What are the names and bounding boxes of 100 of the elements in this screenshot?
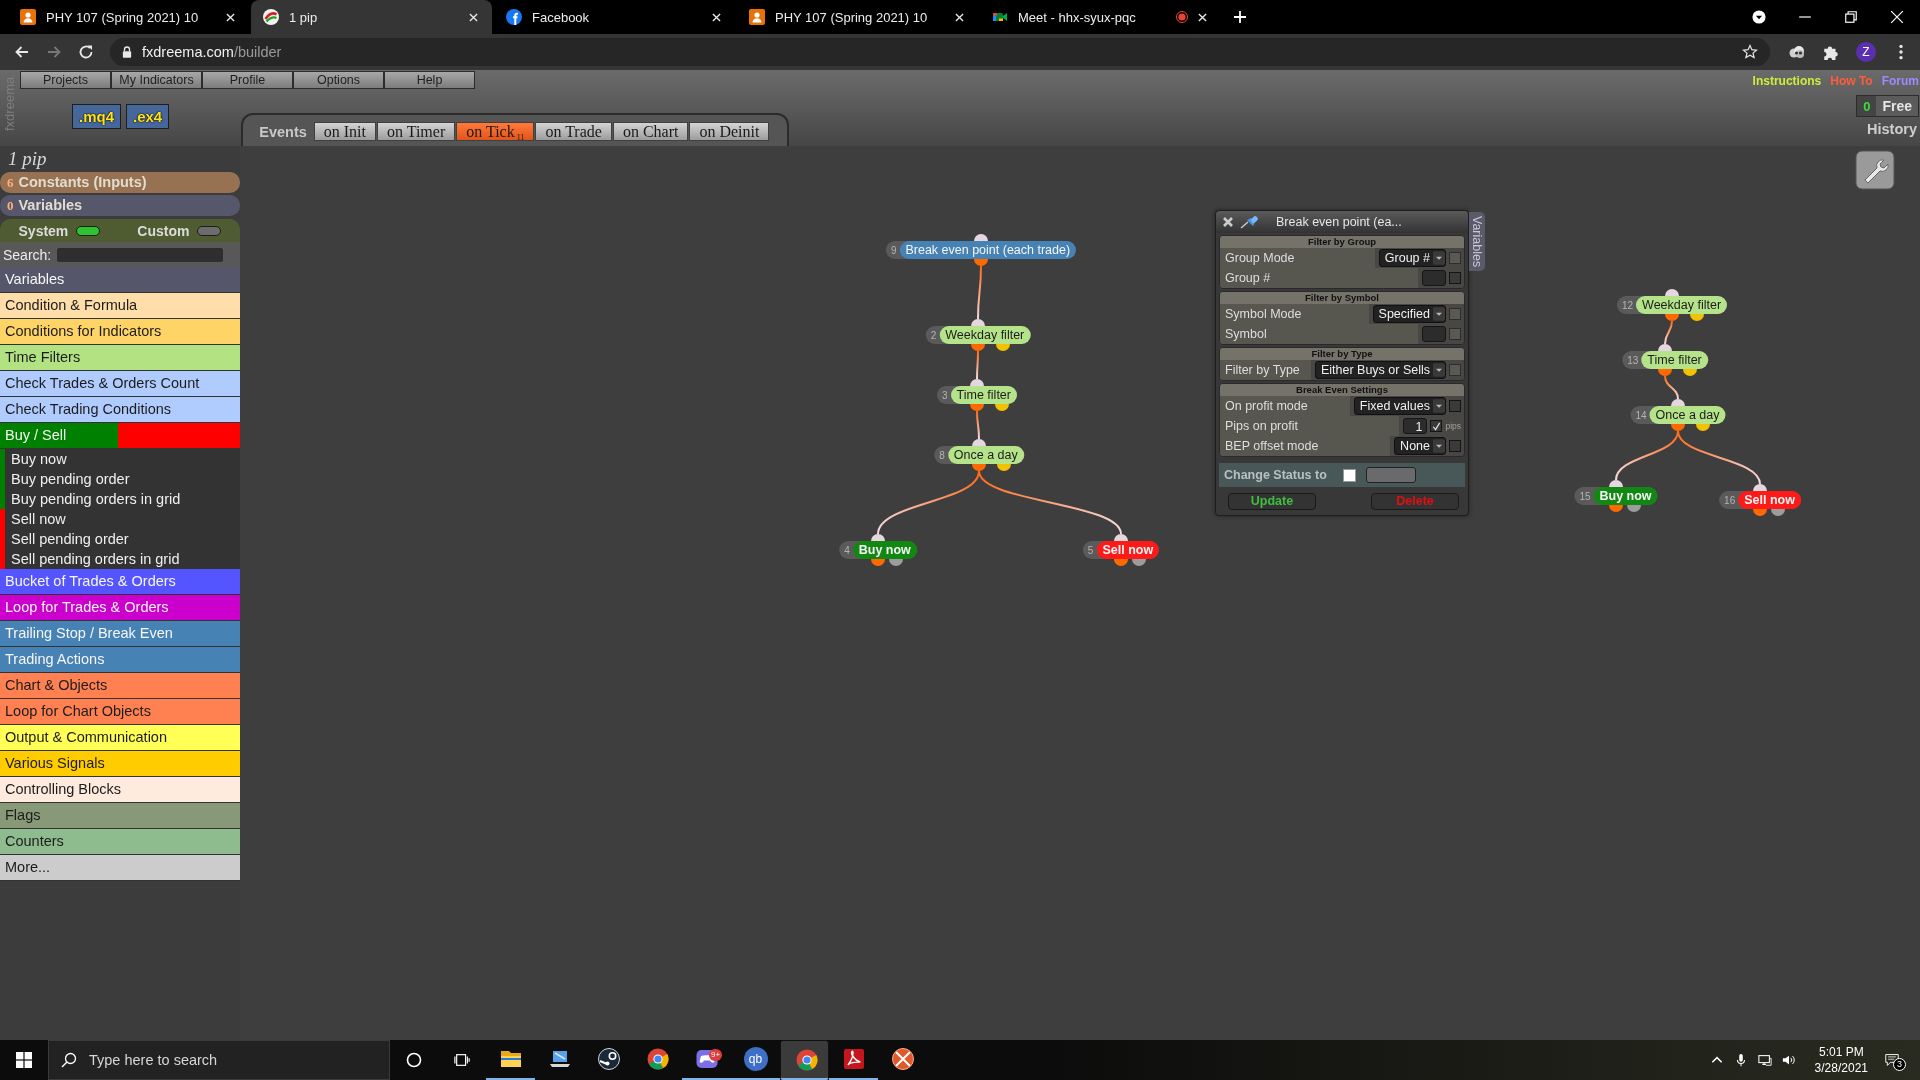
header-link[interactable]: Instructions [1752,74,1822,88]
browser-tab[interactable]: Facebook [494,0,735,34]
block-item[interactable]: Buy pending order [0,469,240,489]
block-item[interactable]: Sell pending orders in grid [0,549,240,569]
export-button[interactable]: .ex4 [126,104,170,129]
wrench-tile-icon[interactable] [1855,150,1895,190]
checkbox[interactable] [1430,420,1443,432]
history-link[interactable]: History [1867,121,1917,137]
star-icon[interactable] [1742,44,1758,60]
status-field[interactable] [1365,467,1416,483]
block-item[interactable]: Buy now [0,449,240,469]
canvas-node[interactable]: 9 Break even point (each trade) [885,241,1077,259]
input-connector-icon[interactable] [971,319,985,326]
toggle-switch[interactable] [197,225,222,236]
input-field[interactable] [1422,270,1446,286]
taskbar-search-field[interactable]: Type here to search [48,1040,390,1080]
output-connector-icon[interactable] [1753,509,1767,516]
output-connector-icon[interactable] [1696,424,1710,431]
input-connector-icon[interactable] [974,234,988,241]
event-tab[interactable]: on Deinit [689,122,770,141]
input-connector-icon[interactable] [1658,344,1672,351]
search-field[interactable] [57,247,224,262]
category-item[interactable]: Trailing Stop / Break Even [0,621,240,647]
output-connector-icon[interactable] [1671,424,1685,431]
input-connector-icon[interactable] [1671,399,1685,406]
close-icon[interactable] [226,12,235,22]
pin-icon[interactable] [1240,215,1260,229]
profile-avatar[interactable]: Z [1856,42,1876,62]
close-icon[interactable] [469,12,478,22]
output-connector-icon[interactable] [1665,314,1679,321]
close-icon[interactable] [955,12,964,22]
menu-button[interactable]: Profile [202,71,293,89]
event-tab[interactable]: on Tick$_{11}$ [456,122,535,141]
menu-button[interactable]: My Indicators [111,71,202,89]
canvas-node[interactable]: 16 Sell now [1719,491,1801,509]
input-field[interactable] [1422,326,1446,342]
category-item[interactable]: Variables [0,267,240,293]
output-connector-icon[interactable] [1114,559,1128,566]
category-item[interactable]: Various Signals [0,751,240,777]
category-item[interactable]: Controlling Blocks [0,777,240,803]
block-item[interactable]: Sell pending order [0,529,240,549]
block-item[interactable]: Sell now [0,509,240,529]
task-view-icon[interactable] [454,1052,470,1068]
category-item[interactable]: Output & Communication [0,725,240,751]
category-item[interactable]: More... [0,855,240,881]
output-connector-icon[interactable] [889,559,903,566]
menu-button[interactable]: Help [384,71,475,89]
input-field[interactable]: 1 [1403,418,1428,434]
browser-tab[interactable]: PHY 107 (Spring 2021) 10 [8,0,249,34]
variables-toggle[interactable]: 0 Variables [0,195,240,216]
toggle-switch[interactable] [76,225,101,236]
category-item[interactable]: Loop for Chart Objects [0,699,240,725]
category-item[interactable]: Counters [0,829,240,855]
export-button[interactable]: .mq4 [72,104,121,129]
close-icon[interactable] [1222,216,1234,228]
address-bar[interactable]: fxdreema.com/builder [110,38,1770,66]
category-item[interactable]: Bucket of Trades & Orders [0,569,240,595]
browser-tab[interactable]: Meet - hhx-syux-pqc [980,0,1221,34]
checkbox[interactable] [1449,272,1461,284]
browser-tab[interactable]: PHY 107 (Spring 2021) 10 [737,0,978,34]
restore-icon[interactable] [1844,10,1858,24]
output-connector-icon[interactable] [995,404,1009,411]
ring-icon[interactable] [406,1052,422,1068]
close-icon[interactable] [712,12,721,22]
dropdown[interactable]: None [1394,437,1446,455]
event-tab[interactable]: on Timer [377,122,456,141]
category-item[interactable]: Trading Actions [0,647,240,673]
dropdown[interactable]: Fixed values [1353,397,1446,415]
event-tab[interactable]: on Init [313,122,376,141]
output-connector-icon[interactable] [1658,369,1672,376]
output-connector-icon[interactable] [1132,559,1146,566]
canvas-node[interactable]: 14 Once a day [1630,406,1726,424]
input-connector-icon[interactable] [970,379,984,386]
category-item[interactable]: Check Trading Conditions [0,397,240,423]
canvas-node[interactable]: 13 Time filter [1622,351,1708,369]
taskbar-app-button[interactable] [780,1040,829,1080]
reload-icon[interactable] [78,44,94,60]
back-arrow-icon[interactable] [14,44,30,60]
category-item[interactable]: Buy / Sell [0,423,240,449]
checkbox[interactable] [1449,440,1461,452]
input-connector-icon[interactable] [871,534,885,541]
clock-time[interactable]: 5:01 PM [1818,1044,1864,1060]
speaker-icon[interactable] [1781,1053,1796,1067]
output-connector-icon[interactable] [1609,505,1623,512]
forward-arrow-icon[interactable] [46,44,62,60]
output-connector-icon[interactable] [1683,369,1697,376]
category-item[interactable]: Check Trades & Orders Count [0,371,240,397]
taskbar-app-button[interactable]: 9+ [682,1040,731,1080]
output-connector-icon[interactable] [972,464,986,471]
cloud-extension-icon[interactable] [1788,43,1806,61]
output-connector-icon[interactable] [1771,509,1785,516]
menu-button[interactable]: Options [293,71,384,89]
output-connector-icon[interactable] [1627,505,1641,512]
dropdown-circle-icon[interactable] [1752,10,1766,24]
canvas-node[interactable]: 4 Buy now [839,541,917,559]
canvas-node[interactable]: 15 Buy now [1574,487,1658,505]
clock-date[interactable]: 3/28/2021 [1814,1060,1868,1076]
event-tab[interactable]: on Trade [535,122,612,141]
variables-tab[interactable]: Variables [1469,212,1485,272]
category-item[interactable]: Chart & Objects [0,673,240,699]
